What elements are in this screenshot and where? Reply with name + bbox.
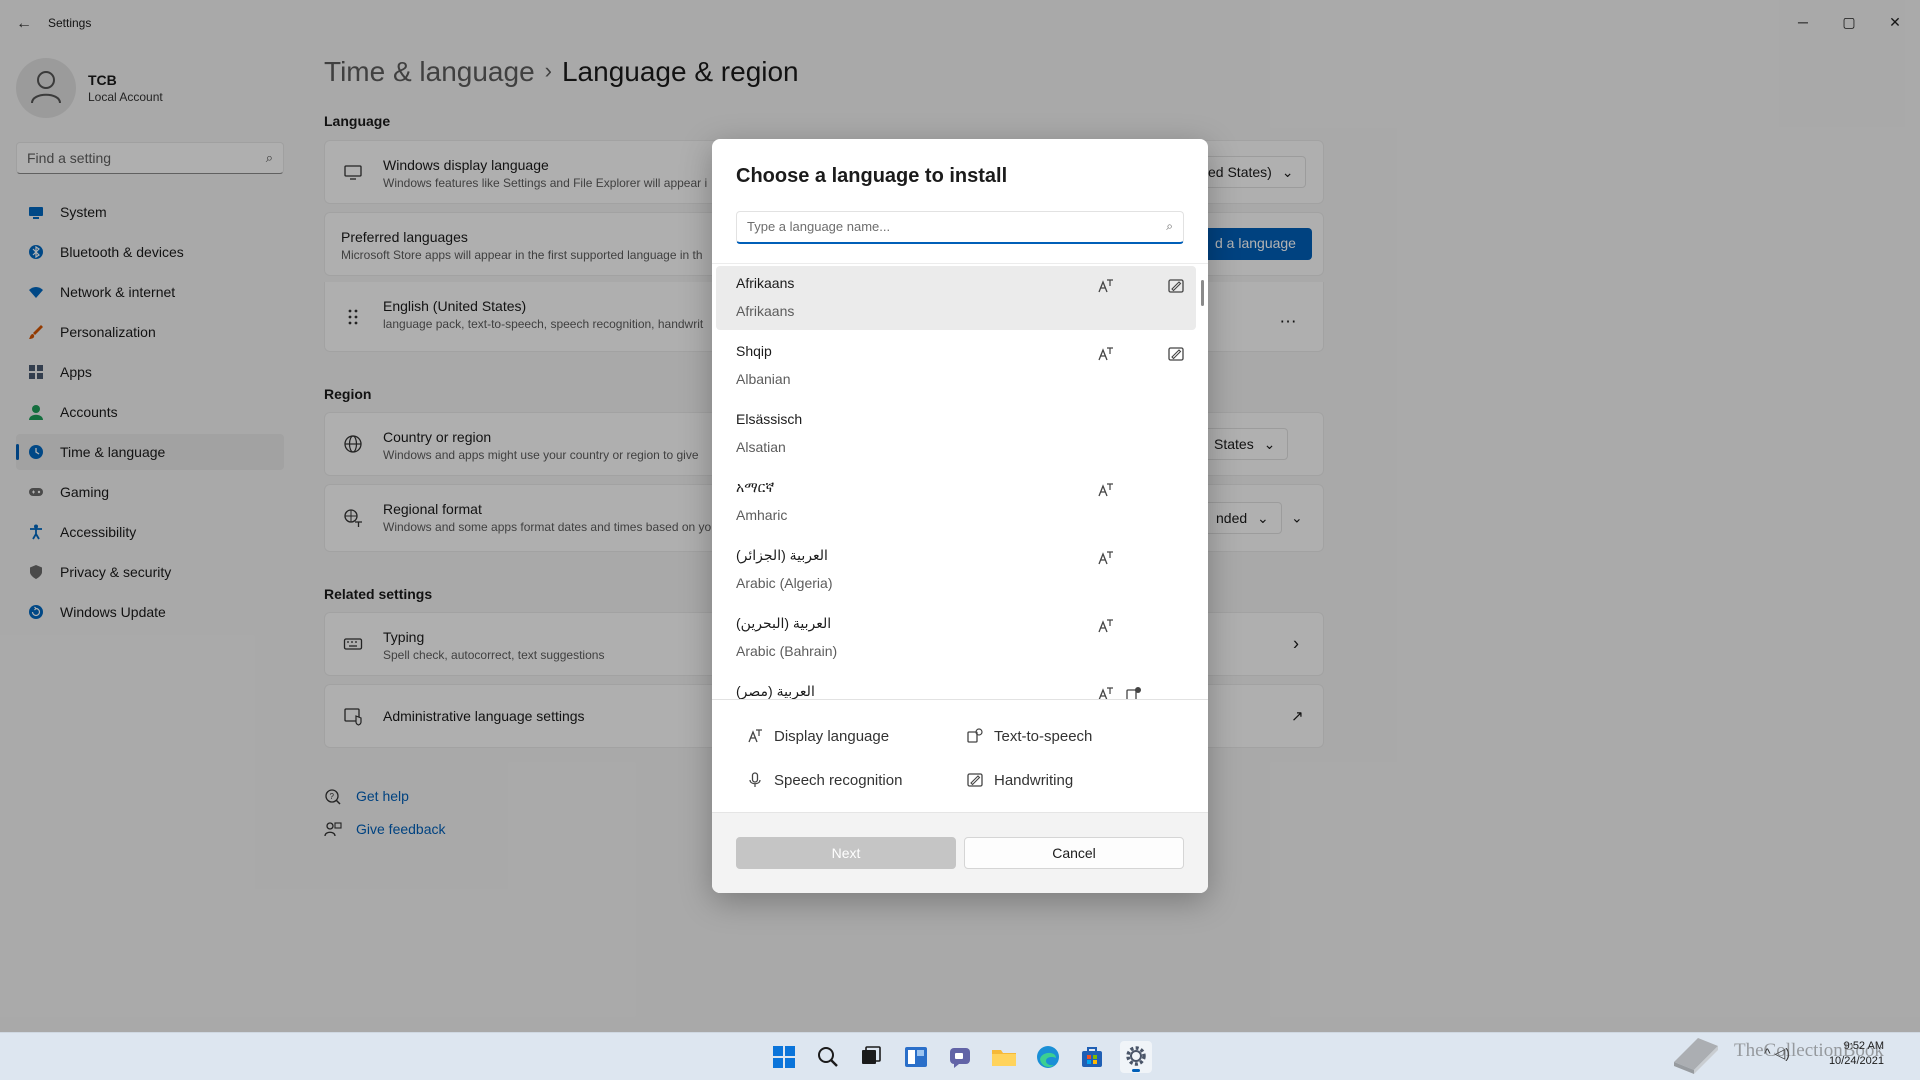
- language-english-name: Albanian: [736, 371, 791, 387]
- language-search-input[interactable]: [747, 219, 1147, 234]
- language-english-name: Amharic: [736, 507, 788, 523]
- display-language-icon: [1098, 551, 1113, 565]
- language-english-name: Afrikaans: [736, 303, 795, 319]
- language-english-name: Arabic (Algeria): [736, 575, 833, 591]
- legend-label: Text-to-speech: [994, 728, 1093, 745]
- display-language-icon: [1098, 687, 1113, 699]
- microphone-icon: [749, 772, 761, 787]
- language-list: Afrikaans Afrikaans Shqip Albanian Elsässisc…: [712, 263, 1208, 700]
- language-native-name: العربية (البحرين): [736, 615, 832, 631]
- language-english-name: Arabic (Bahrain): [736, 643, 838, 659]
- handwriting-icon: [1168, 347, 1184, 361]
- language-native-name: العربية (الجزائر): [736, 547, 828, 563]
- language-list-item[interactable]: العربية (البحرين) Arabic (Bahrain): [716, 606, 1196, 670]
- dialog-footer: Next Cancel: [712, 812, 1208, 893]
- language-list-item[interactable]: አማርኛ Amharic: [716, 470, 1196, 534]
- text-to-speech-icon: [967, 728, 983, 743]
- legend-label: Speech recognition: [774, 772, 903, 789]
- feature-legend: Display language Text-to-speech Speech r…: [712, 700, 1208, 792]
- task-view-icon[interactable]: [855, 1041, 887, 1073]
- language-list-item[interactable]: العربية (مصر): [716, 674, 1196, 699]
- display-language-icon: [1098, 279, 1113, 293]
- search-icon[interactable]: ⌕: [1166, 219, 1173, 234]
- start-icon[interactable]: [768, 1041, 800, 1073]
- display-language-icon: [1098, 619, 1113, 633]
- language-native-name: Afrikaans: [736, 275, 795, 291]
- scrollbar-thumb[interactable]: [1201, 280, 1204, 306]
- watermark: TheCollectionBook: [1668, 1026, 1914, 1080]
- language-list-item[interactable]: Shqip Albanian: [716, 334, 1196, 398]
- next-button[interactable]: Next: [736, 837, 956, 869]
- text-to-speech-icon: [1126, 687, 1141, 699]
- language-list-item[interactable]: Afrikaans Afrikaans: [716, 266, 1196, 330]
- language-native-name: አማርኛ: [736, 479, 775, 495]
- language-native-name: العربية (مصر): [736, 683, 815, 699]
- choose-language-dialog: Choose a language to install ⌕ Afrikaans…: [712, 139, 1208, 893]
- handwriting-icon: [1168, 279, 1184, 293]
- language-english-name: Alsatian: [736, 439, 786, 455]
- display-language-icon: [1098, 347, 1113, 361]
- handwriting-icon: [967, 773, 983, 787]
- search-icon[interactable]: [812, 1041, 844, 1073]
- edge-icon[interactable]: [1032, 1041, 1064, 1073]
- language-native-name: Shqip: [736, 343, 772, 359]
- file-explorer-icon[interactable]: [988, 1041, 1020, 1073]
- cancel-button[interactable]: Cancel: [964, 837, 1184, 869]
- book-icon: [1674, 1038, 1718, 1074]
- language-list-item[interactable]: Elsässisch Alsatian: [716, 402, 1196, 466]
- widgets-icon[interactable]: [900, 1041, 932, 1073]
- language-search-box: ⌕: [736, 211, 1184, 244]
- language-native-name: Elsässisch: [736, 411, 803, 427]
- legend-label: Handwriting: [994, 772, 1074, 789]
- taskbar: ^ ◁) 9:52 AM 10/24/2021: [0, 1032, 1920, 1080]
- watermark-text: TheCollectionBook: [1734, 1040, 1884, 1061]
- legend-label: Display language: [774, 728, 890, 745]
- display-language-icon: [748, 729, 762, 743]
- chat-icon[interactable]: [944, 1041, 976, 1073]
- display-language-icon: [1098, 483, 1113, 497]
- settings-icon[interactable]: [1120, 1041, 1152, 1073]
- dialog-title: Choose a language to install: [736, 165, 1008, 187]
- language-list-item[interactable]: العربية (الجزائر) Arabic (Algeria): [716, 538, 1196, 602]
- store-icon[interactable]: [1076, 1041, 1108, 1073]
